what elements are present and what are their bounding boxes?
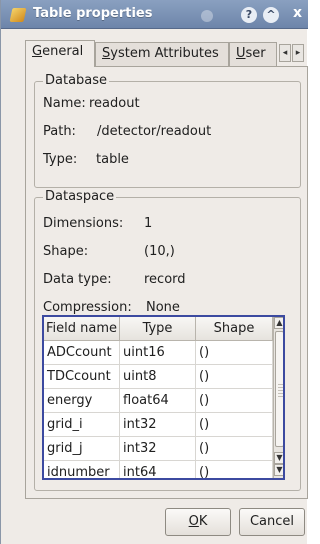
fields-table[interactable]: Field name Type Shape ADCcount uint16 ()… — [42, 315, 285, 480]
cell-type[interactable]: int64 — [120, 461, 196, 478]
name-label: Name: — [43, 96, 86, 111]
tab-scroll-right-button[interactable]: ▸ — [292, 44, 304, 62]
cell-type[interactable]: uint8 — [120, 365, 196, 389]
cell-shape[interactable]: () — [196, 389, 273, 413]
tab-scroll-left-button[interactable]: ◂ — [279, 44, 291, 62]
app-icon — [9, 8, 27, 22]
tab-general[interactable]: General — [25, 40, 95, 67]
cell-field-name[interactable]: energy — [44, 389, 120, 413]
cell-field-name[interactable]: grid_j — [44, 437, 120, 461]
close-button[interactable]: x — [293, 5, 302, 21]
dialog-window: Table properties ? ^ x General System At… — [0, 0, 308, 544]
scroll-up-arrow-icon[interactable]: ▲ — [274, 317, 283, 329]
cell-field-name[interactable]: TDCcount — [44, 365, 120, 389]
fields-table-header: Field name Type Shape — [44, 317, 273, 341]
dimensions-label: Dimensions: — [43, 216, 124, 231]
cell-type[interactable]: float64 — [120, 389, 196, 413]
window-title: Table properties — [33, 6, 153, 21]
cell-shape[interactable]: () — [196, 365, 273, 389]
tab-user-label: ser — [245, 46, 266, 61]
cell-type[interactable]: int32 — [120, 437, 196, 461]
datatype-row: Data type: record — [43, 272, 186, 287]
scroll-down-arrow-2-icon[interactable]: ▼ — [274, 464, 283, 476]
cell-type[interactable]: uint16 — [120, 341, 196, 365]
type-label: Type: — [43, 152, 78, 167]
table-row[interactable]: ADCcount uint16 () — [44, 341, 273, 365]
tab-system-attributes-label: ystem Attributes — [110, 46, 219, 61]
table-row[interactable]: TDCcount uint8 () — [44, 365, 273, 389]
table-vertical-scrollbar[interactable]: ▲ ▼ ▼ — [273, 317, 283, 478]
path-value: /detector/readout — [97, 124, 212, 139]
table-row[interactable]: grid_i int32 () — [44, 413, 273, 437]
shape-row: Shape: (10,) — [43, 244, 175, 259]
dimensions-row: Dimensions: 1 — [43, 216, 152, 231]
table-row[interactable]: grid_j int32 () — [44, 437, 273, 461]
dataspace-group-title: Dataspace — [43, 189, 117, 204]
cell-shape[interactable]: () — [196, 341, 273, 365]
tab-system-attributes[interactable]: System Attributes — [95, 42, 229, 66]
tab-general-mnemonic: G — [32, 44, 43, 59]
cell-field-name[interactable]: ADCcount — [44, 341, 120, 365]
table-row[interactable]: energy float64 () — [44, 389, 273, 413]
datatype-label: Data type: — [43, 272, 112, 287]
tab-general-label: eneral — [42, 44, 84, 59]
cell-shape[interactable]: () — [196, 437, 273, 461]
compression-label: Compression: — [43, 300, 132, 315]
general-tab-panel: Database Name: readout Path: /detector/r… — [25, 66, 308, 499]
cell-shape[interactable]: () — [196, 461, 273, 478]
ok-label: K — [198, 514, 208, 529]
cell-field-name[interactable]: idnumber — [44, 461, 120, 478]
compression-value: None — [146, 300, 180, 315]
dimensions-value: 1 — [144, 216, 153, 231]
shade-button[interactable]: ^ — [263, 7, 279, 23]
tab-user-mnemonic: U — [236, 46, 246, 61]
database-type-row: Type: table — [43, 152, 129, 167]
title-bar[interactable]: Table properties ? ^ x — [1, 0, 308, 29]
column-header-shape[interactable]: Shape — [196, 317, 273, 341]
name-value: readout — [89, 96, 140, 111]
cell-type[interactable]: int32 — [120, 413, 196, 437]
database-groupbox: Database Name: readout Path: /detector/r… — [34, 73, 301, 188]
cancel-button[interactable]: Cancel — [239, 508, 305, 536]
tab-user[interactable]: User — [229, 42, 277, 66]
column-header-type[interactable]: Type — [120, 317, 196, 341]
database-group-title: Database — [43, 73, 110, 88]
scroll-down-arrow-icon[interactable]: ▼ — [274, 452, 283, 464]
help-button[interactable]: ? — [241, 7, 257, 23]
cell-field-name[interactable]: grid_i — [44, 413, 120, 437]
database-name-row: Name: readout — [43, 96, 140, 111]
scrollbar-grip-icon — [278, 384, 283, 398]
shape-label: Shape: — [43, 244, 89, 259]
datatype-value: record — [144, 272, 186, 287]
database-path-row: Path: /detector/readout — [43, 124, 211, 139]
path-label: Path: — [43, 124, 76, 139]
compression-row: Compression: None — [43, 300, 180, 315]
column-header-field-name[interactable]: Field name — [44, 317, 120, 341]
type-value: table — [96, 152, 129, 167]
ok-mnemonic: O — [188, 514, 199, 529]
ok-button[interactable]: OK — [165, 508, 231, 536]
title-decoration-icon — [201, 10, 213, 22]
shape-value: (10,) — [144, 244, 175, 259]
table-row[interactable]: idnumber int64 () — [44, 461, 273, 478]
scrollbar-thumb[interactable] — [275, 331, 283, 447]
cell-shape[interactable]: () — [196, 413, 273, 437]
tab-bar: General System Attributes User ◂ ▸ — [25, 40, 308, 67]
